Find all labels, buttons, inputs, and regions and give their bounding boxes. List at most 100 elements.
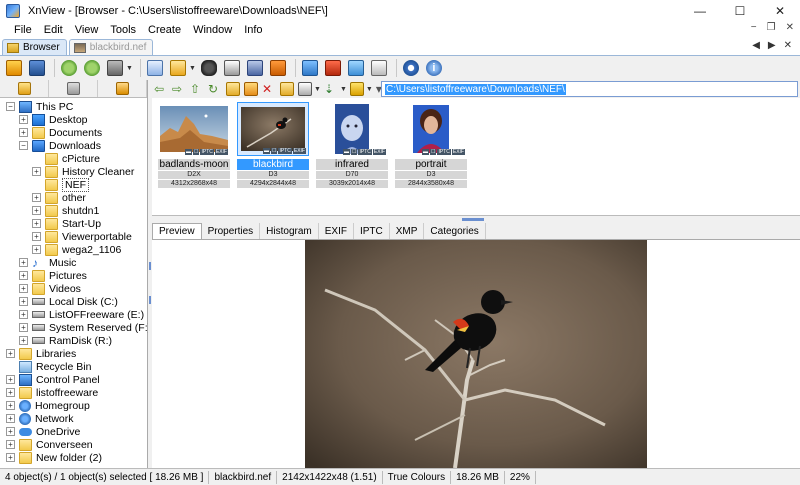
up-folder-icon[interactable]: ⇧ (190, 82, 204, 96)
mdi-close-button[interactable]: ✕ (786, 22, 794, 33)
expand-icon[interactable]: + (19, 115, 28, 124)
tree-item[interactable]: + Start-Up (0, 217, 147, 230)
menu-info[interactable]: Info (238, 24, 268, 36)
tree-item[interactable]: + Homegroup (0, 399, 147, 412)
wallpaper-button[interactable] (346, 58, 366, 78)
menu-file[interactable]: File (8, 24, 38, 36)
splitter-grip-icon[interactable] (149, 262, 151, 270)
splitter-grip-icon[interactable] (149, 296, 151, 304)
tree-item[interactable]: + RamDisk (R:) (0, 334, 147, 347)
scan-button[interactable] (245, 58, 265, 78)
expand-icon[interactable]: + (19, 284, 28, 293)
tree-item[interactable]: + ♪ Music (0, 256, 147, 269)
tree-item[interactable]: + Videos (0, 282, 147, 295)
tab-preview[interactable]: Preview (152, 223, 202, 239)
tree-item[interactable]: − Downloads (0, 139, 147, 152)
tree-item[interactable]: + ListOFFreeware (E:) (0, 308, 147, 321)
camera-dropdown-icon[interactable]: ▼ (126, 65, 133, 72)
refresh-icon[interactable]: ↻ (208, 82, 222, 96)
tab-folders[interactable] (0, 80, 49, 97)
tree-item[interactable]: + History Cleaner (0, 165, 147, 178)
thumbnail-item[interactable]: ▬ ☐ IPTC EXIF badlands-moon D2X 4312x286… (158, 102, 230, 188)
expand-icon[interactable]: + (19, 336, 28, 345)
tree-item[interactable]: + System Reserved (F:) (0, 321, 151, 334)
expand-icon[interactable]: + (32, 206, 41, 215)
expand-icon[interactable]: + (6, 375, 15, 384)
tab-scroll-left-icon[interactable]: ◀ (752, 40, 760, 51)
tab-histogram[interactable]: Histogram (260, 223, 319, 239)
menu-window[interactable]: Window (187, 24, 238, 36)
tab-browser[interactable]: Browser (2, 39, 67, 55)
settings-button[interactable] (401, 58, 421, 78)
tree-item[interactable]: + Documents (0, 126, 147, 139)
expand-icon[interactable]: + (19, 258, 28, 267)
tab-close-icon[interactable]: ✕ (784, 40, 792, 51)
folder-options-icon[interactable] (280, 82, 294, 96)
camera-button[interactable] (105, 58, 125, 78)
tab-exif[interactable]: EXIF (319, 223, 354, 239)
expand-icon[interactable]: + (32, 245, 41, 254)
tree-item[interactable]: cPicture (0, 152, 147, 165)
tree-item[interactable]: + Libraries (0, 347, 147, 360)
address-input[interactable]: C:\Users\listoffreeware\Downloads\NEF\ (381, 81, 798, 97)
tree-item[interactable]: + New folder (2) (0, 451, 147, 464)
thumbnail-item[interactable]: ▬ ☐ IPTC EXIF infrared D70 3039x2014x48 (316, 102, 388, 188)
tree-item[interactable]: − This PC (0, 100, 147, 113)
expand-icon[interactable]: + (6, 388, 15, 397)
tree-item[interactable]: + Converseen (0, 438, 147, 451)
tab-iptc[interactable]: IPTC (354, 223, 390, 239)
expand-icon[interactable]: + (6, 401, 15, 410)
calculator-button[interactable] (369, 58, 389, 78)
view-mode-icon[interactable] (298, 82, 312, 96)
minimize-button[interactable]: — (680, 0, 720, 22)
close-button[interactable]: ✕ (760, 0, 800, 22)
expand-icon[interactable]: + (6, 440, 15, 449)
expand-icon[interactable]: + (6, 453, 15, 462)
menu-view[interactable]: View (69, 24, 105, 36)
expand-icon[interactable]: + (32, 193, 41, 202)
copy-button[interactable] (145, 58, 165, 78)
edit-icon[interactable] (244, 82, 258, 96)
tab-blackbird[interactable]: blackbird.nef (68, 39, 154, 55)
thumbnail-item-selected[interactable]: ▬ ☐ IPTC EXIF blackbird D3 4294x2844x48 (237, 102, 309, 188)
maximize-button[interactable]: ☐ (720, 0, 760, 22)
tree-item[interactable]: + shutdn1 (0, 204, 147, 217)
expand-icon[interactable]: + (6, 349, 15, 358)
forward-icon[interactable]: ⇨ (172, 82, 186, 96)
expand-icon[interactable]: + (19, 128, 28, 137)
expand-icon[interactable]: + (19, 297, 28, 306)
tree-item[interactable]: + Control Panel (0, 373, 147, 386)
tab-favorites[interactable] (98, 80, 147, 97)
back-icon[interactable]: ⇦ (154, 82, 168, 96)
tree-item[interactable]: + Network (0, 412, 147, 425)
filter-icon[interactable] (349, 82, 364, 96)
expand-icon[interactable]: + (19, 323, 28, 332)
menu-edit[interactable]: Edit (38, 24, 69, 36)
mdi-restore-button[interactable]: ❐ (767, 22, 776, 33)
tab-categories[interactable] (49, 80, 98, 97)
expand-icon[interactable]: + (6, 414, 15, 423)
tree-item[interactable]: + Viewerportable (0, 230, 147, 243)
sort-dropdown-icon[interactable]: ▼ (340, 86, 347, 93)
thumbnail-item[interactable]: ▬ ☐ IPTC EXIF portrait D3 2844x3580x48 (395, 102, 467, 188)
expand-icon[interactable]: + (19, 310, 28, 319)
new-folder-icon[interactable] (226, 82, 240, 96)
fullscreen-button[interactable] (323, 58, 343, 78)
slideshow-button[interactable] (300, 58, 320, 78)
tab-properties[interactable]: Properties (202, 223, 261, 239)
expand-icon[interactable]: + (32, 167, 41, 176)
expand-icon[interactable]: + (19, 271, 28, 280)
delete-icon[interactable]: ✕ (262, 82, 276, 96)
tree-item[interactable]: Recycle Bin (0, 360, 147, 373)
filter-dropdown-icon[interactable]: ▼ (366, 86, 373, 93)
splitter-grip-icon[interactable] (462, 218, 484, 221)
collapse-icon[interactable]: − (19, 141, 28, 150)
tab-xmp[interactable]: XMP (390, 223, 425, 239)
collapse-icon[interactable]: − (6, 102, 15, 111)
tree-item[interactable]: + Pictures (0, 269, 147, 282)
save-button[interactable] (27, 58, 47, 78)
tree-item[interactable]: NEF (0, 177, 147, 192)
tree-item[interactable]: + OneDrive (0, 425, 147, 438)
menu-tools[interactable]: Tools (104, 24, 142, 36)
convert-dropdown-icon[interactable]: ▼ (189, 65, 196, 72)
